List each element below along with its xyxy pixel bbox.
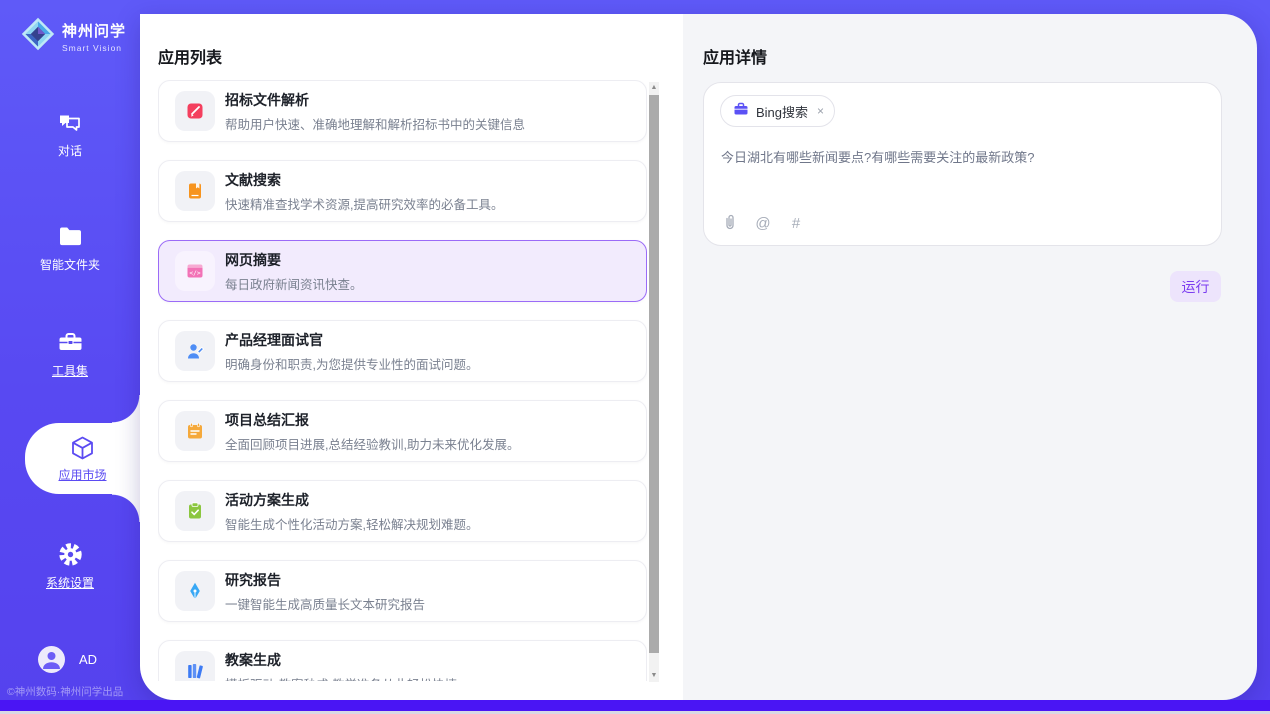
app-card-title: 产品经理面试官 — [225, 330, 478, 350]
chat-bubble-icon — [56, 108, 84, 136]
prompt-input[interactable]: 今日湖北有哪些新闻要点?有哪些需要关注的最新政策? — [721, 147, 1205, 166]
hash-icon[interactable]: # — [787, 213, 805, 233]
bottom-accent-strip — [0, 700, 1270, 711]
books-icon — [175, 651, 215, 681]
book-icon — [175, 171, 215, 211]
copyright-text: ©神州数码·神州问学出品 — [7, 684, 135, 699]
sidebar-item-smart-folder[interactable]: 智能文件夹 — [0, 222, 140, 273]
brand-name: 神州问学 — [62, 20, 126, 41]
sidebar-item-toolset[interactable]: 工具集 — [0, 328, 140, 379]
app-card-description: 帮助用户快速、准确地理解和解析招标书中的关键信息 — [225, 114, 525, 133]
sidebar-item-label: 对话 — [58, 142, 82, 159]
calendar-note-icon — [175, 411, 215, 451]
app-list: 招标文件解析 帮助用户快速、准确地理解和解析招标书中的关键信息 文献搜索 快速精… — [158, 80, 647, 681]
app-list-panel: 应用列表 招标文件解析 帮助用户快速、准确地理解和解析招标书中的关键信息 文献搜… — [140, 14, 683, 700]
toolbox-icon — [56, 328, 84, 356]
clipboard-check-icon — [175, 491, 215, 531]
brand-subtitle: Smart Vision — [62, 43, 126, 53]
app-card-description: 智能生成个性化活动方案,轻松解决规划难题。 — [225, 514, 478, 533]
app-card-description: 模板驱动,教案秒成,教学准备从此轻松快捷 — [225, 674, 457, 682]
app-card-bid-parse[interactable]: 招标文件解析 帮助用户快速、准确地理解和解析招标书中的关键信息 — [158, 80, 647, 142]
pen-nib-icon — [175, 571, 215, 611]
app-card-title: 招标文件解析 — [225, 90, 525, 110]
pen-square-icon — [175, 91, 215, 131]
briefcase-icon — [733, 101, 749, 122]
app-card-project-summary[interactable]: 项目总结汇报 全面回顾项目进展,总结经验教训,助力未来优化发展。 — [158, 400, 647, 462]
sidebar-item-label: 智能文件夹 — [40, 256, 100, 273]
app-card-title: 教案生成 — [225, 650, 457, 670]
tool-chip-label: Bing搜索 — [756, 102, 808, 121]
gear-icon — [56, 540, 84, 568]
svg-text:</>: </> — [189, 270, 200, 277]
app-card-title: 文献搜索 — [225, 170, 503, 190]
diamond-prism-icon — [20, 16, 56, 57]
app-card-title: 项目总结汇报 — [225, 410, 519, 430]
scroll-down-icon[interactable]: ▼ — [649, 670, 659, 682]
paperclip-icon[interactable] — [721, 213, 739, 233]
app-card-title: 研究报告 — [225, 570, 425, 590]
app-card-title: 活动方案生成 — [225, 490, 478, 510]
app-list-scrollbar: ▲ ▼ — [649, 82, 659, 682]
sidebar-item-label: 应用市场 — [58, 466, 106, 483]
app-card-description: 快速精准查找学术资源,提高研究效率的必备工具。 — [225, 194, 503, 213]
app-detail-panel: 应用详情 Bing搜索 × 今日湖北有哪些新闻要点?有哪些需要关注的最新政策? — [683, 14, 1257, 700]
app-card-literature-search[interactable]: 文献搜索 快速精准查找学术资源,提高研究效率的必备工具。 — [158, 160, 647, 222]
sidebar-item-app-market[interactable]: 应用市场 — [25, 423, 140, 494]
app-card-web-summary[interactable]: </> 网页摘要 每日政府新闻资讯快查。 — [158, 240, 647, 302]
composer-toolbar: @ # — [721, 213, 805, 233]
cube-icon — [69, 434, 97, 462]
app-card-description: 一键智能生成高质量长文本研究报告 — [225, 594, 425, 613]
sidebar-item-label: 工具集 — [52, 362, 88, 379]
brand-logo: 神州问学 Smart Vision — [20, 16, 126, 57]
user-menu[interactable]: AD — [38, 646, 97, 673]
app-card-description: 每日政府新闻资讯快查。 — [225, 274, 363, 293]
user-name: AD — [79, 652, 97, 667]
app-card-research-report[interactable]: 研究报告 一键智能生成高质量长文本研究报告 — [158, 560, 647, 622]
person-edit-icon — [175, 331, 215, 371]
sidebar-item-label: 系统设置 — [46, 574, 94, 591]
app-card-pm-interviewer[interactable]: 产品经理面试官 明确身份和职责,为您提供专业性的面试问题。 — [158, 320, 647, 382]
folder-icon — [56, 222, 84, 250]
app-list-title: 应用列表 — [158, 44, 222, 68]
sidebar-item-chat[interactable]: 对话 — [0, 108, 140, 159]
sidebar-item-settings[interactable]: 系统设置 — [0, 540, 140, 591]
browser-code-icon: </> — [175, 251, 215, 291]
scroll-up-icon[interactable]: ▲ — [649, 82, 659, 94]
prompt-card: Bing搜索 × 今日湖北有哪些新闻要点?有哪些需要关注的最新政策? @ # — [703, 82, 1222, 246]
app-card-activity-plan[interactable]: 活动方案生成 智能生成个性化活动方案,轻松解决规划难题。 — [158, 480, 647, 542]
app-card-description: 全面回顾项目进展,总结经验教训,助力未来优化发展。 — [225, 434, 519, 453]
app-detail-title: 应用详情 — [703, 44, 767, 68]
app-card-description: 明确身份和职责,为您提供专业性的面试问题。 — [225, 354, 478, 373]
user-avatar-icon — [38, 646, 65, 673]
mention-icon[interactable]: @ — [754, 213, 772, 233]
run-button[interactable]: 运行 — [1170, 271, 1221, 302]
sidebar: 神州问学 Smart Vision 对话 智能文件夹 工具集 应用市场 系统设置… — [0, 0, 140, 714]
app-card-lesson-plan[interactable]: 教案生成 模板驱动,教案秒成,教学准备从此轻松快捷 — [158, 640, 647, 681]
close-icon[interactable]: × — [817, 104, 824, 118]
main-content: 应用列表 招标文件解析 帮助用户快速、准确地理解和解析招标书中的关键信息 文献搜… — [140, 14, 1257, 700]
app-card-title: 网页摘要 — [225, 250, 363, 270]
tool-chip-bing-search[interactable]: Bing搜索 × — [720, 95, 835, 127]
scrollbar-thumb[interactable] — [649, 95, 659, 653]
app-list-viewport: 招标文件解析 帮助用户快速、准确地理解和解析招标书中的关键信息 文献搜索 快速精… — [158, 80, 647, 681]
